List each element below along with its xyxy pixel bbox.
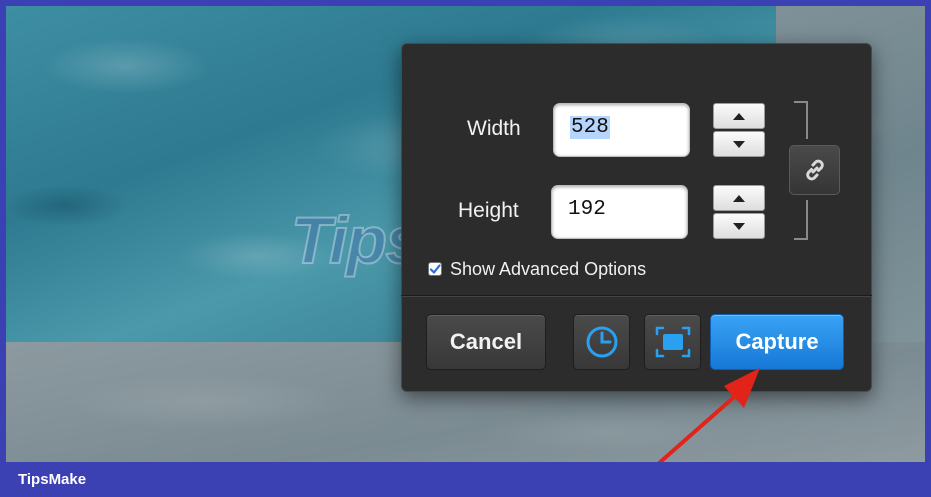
aspect-bracket <box>794 200 808 240</box>
height-label: Height <box>458 199 519 222</box>
fullscreen-icon <box>655 326 690 358</box>
chevron-down-icon <box>733 140 745 148</box>
chevron-up-icon <box>733 194 745 202</box>
timer-button[interactable] <box>573 314 630 370</box>
lock-aspect-button[interactable] <box>789 145 840 195</box>
link-icon <box>805 159 824 181</box>
cancel-button[interactable]: Cancel <box>426 314 546 370</box>
divider <box>401 295 872 297</box>
width-value: 528 <box>570 116 610 139</box>
width-label: Width <box>467 117 521 140</box>
checkmark-icon <box>429 264 441 274</box>
timer-icon <box>586 326 617 358</box>
advanced-options-checkbox[interactable] <box>428 262 442 276</box>
chevron-down-icon <box>733 222 745 230</box>
advanced-options-label[interactable]: Show Advanced Options <box>450 259 646 280</box>
aspect-bracket <box>794 101 808 139</box>
height-decrement-button[interactable] <box>713 213 765 239</box>
width-stepper[interactable] <box>713 103 765 157</box>
width-increment-button[interactable] <box>713 103 765 129</box>
footer-bar: TipsMake <box>0 462 931 497</box>
footer-brand: TipsMake <box>18 471 87 488</box>
red-arrow-icon <box>656 368 760 466</box>
width-decrement-button[interactable] <box>713 131 765 157</box>
height-increment-button[interactable] <box>713 185 765 211</box>
height-field[interactable]: 192 <box>551 185 688 239</box>
height-stepper[interactable] <box>713 185 765 239</box>
chevron-up-icon <box>733 112 745 120</box>
width-field[interactable]: 528 <box>553 103 690 157</box>
height-value: 192 <box>568 198 606 221</box>
